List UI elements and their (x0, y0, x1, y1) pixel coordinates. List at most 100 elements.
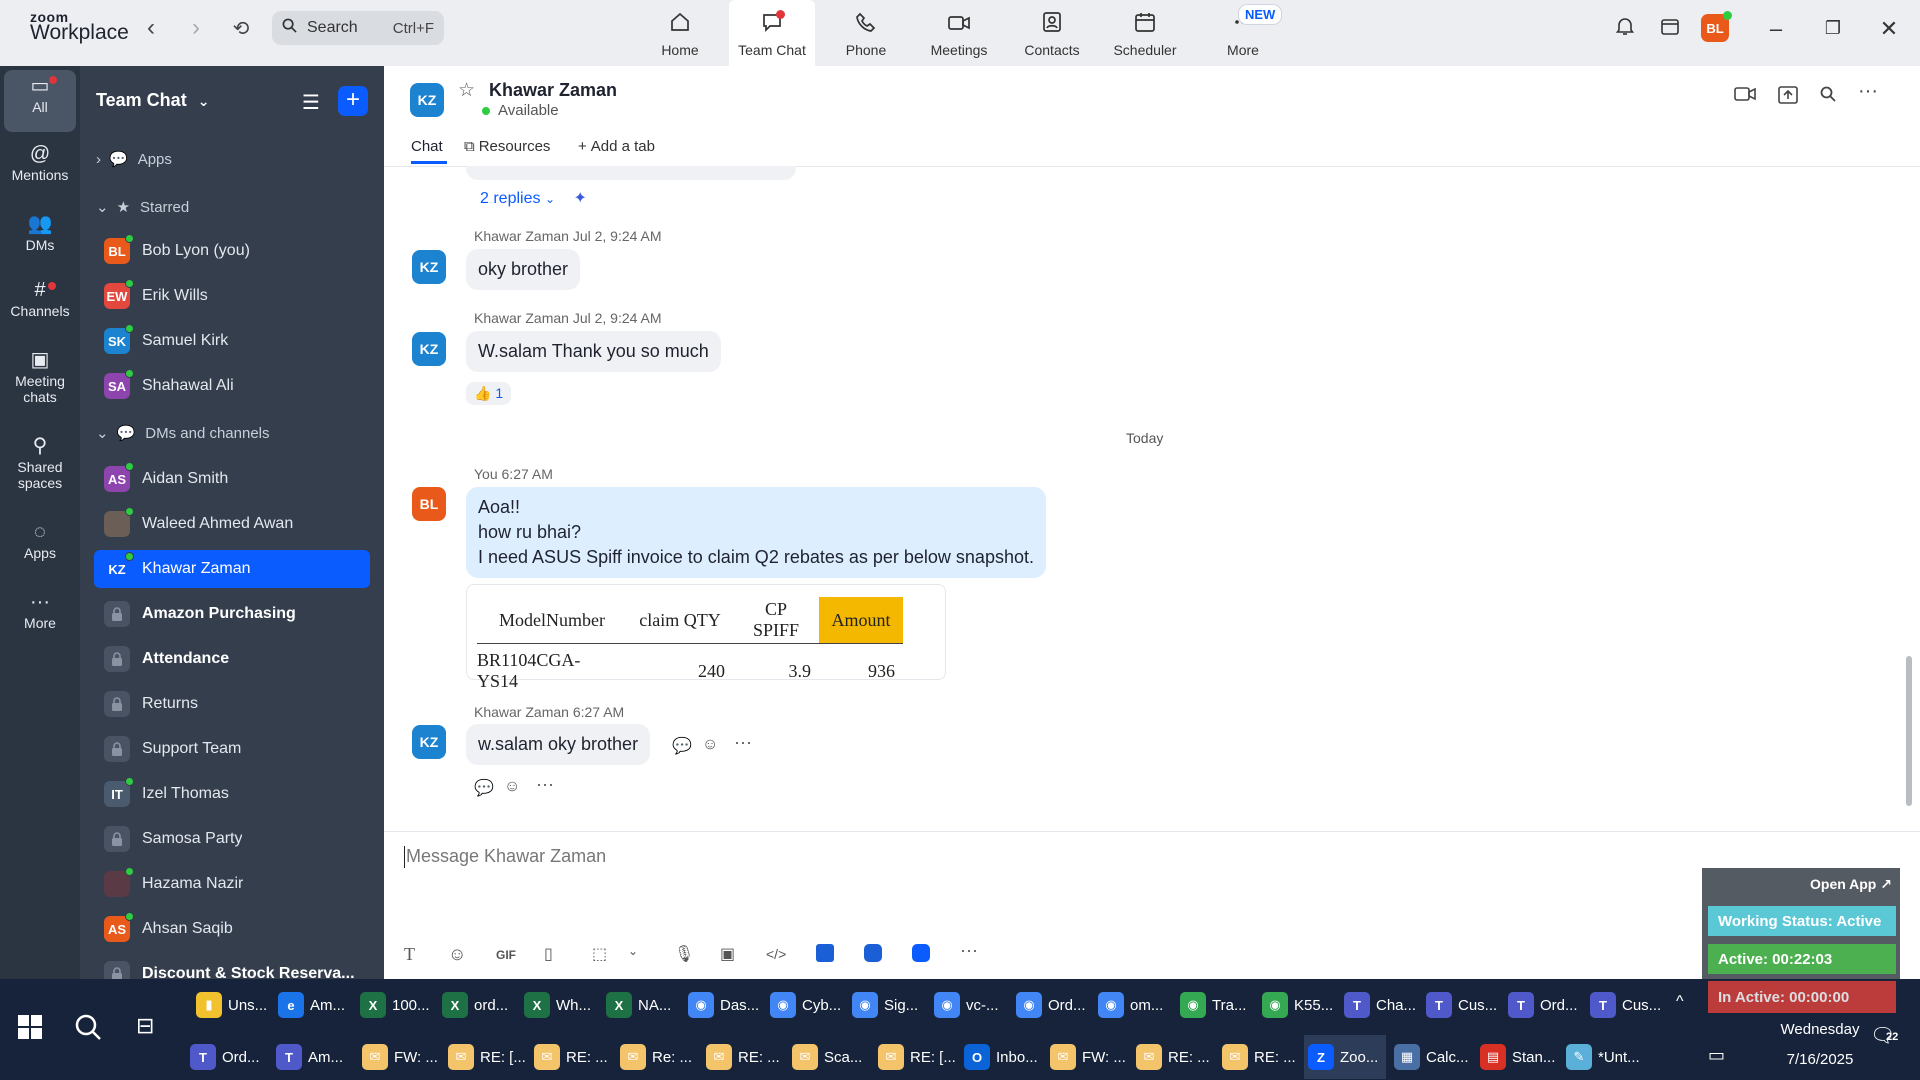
emoji-add-icon[interactable]: ☺ (504, 778, 520, 796)
gif-icon[interactable]: GIF (496, 948, 516, 962)
taskbar-item[interactable]: T Ord... (1504, 983, 1582, 1027)
contact-name[interactable]: Khawar Zaman (489, 80, 617, 101)
taskbar-item[interactable]: X Wh... (520, 983, 598, 1027)
sidebar-item-aidan-smith[interactable]: AS Aidan Smith (94, 460, 370, 498)
taskbar-item[interactable]: Xord... (438, 983, 516, 1027)
taskbar-item[interactable]: T Cus... (1422, 983, 1500, 1027)
app-icon-3[interactable] (912, 944, 930, 962)
filter-icon[interactable]: ☰ (302, 90, 320, 115)
sidebar-item-bob-lyon-you-[interactable]: BL Bob Lyon (you) (94, 232, 370, 270)
display-icon[interactable]: ▭ (1708, 1045, 1725, 1066)
video-message-icon[interactable]: ▣ (720, 944, 735, 964)
history-icon[interactable]: ⟲ (226, 16, 256, 41)
taskbar-item[interactable]: ▦ Calc... (1390, 1035, 1472, 1079)
reaction-thumbs-up[interactable]: 👍 1 (466, 382, 512, 405)
message-composer[interactable]: Message Khawar Zaman T ☺ GIF ▯ ⬚ ⌄ 🎙 ▣ <… (384, 831, 1920, 979)
taskbar-item[interactable]: T Cus... (1586, 983, 1664, 1027)
reply-icon[interactable]: 💬 (672, 736, 692, 756)
close-icon[interactable]: ✕ (1874, 16, 1904, 42)
search-input[interactable]: Search Ctrl+F (272, 11, 444, 45)
taskbar-item[interactable]: ◉ vc-... (930, 983, 1008, 1027)
sidebar-item-erik-wills[interactable]: EW Erik Wills (94, 277, 370, 315)
taskbar-item[interactable]: ✉ RE: ... (1218, 1035, 1300, 1079)
sidebar-item-samuel-kirk[interactable]: SK Samuel Kirk (94, 322, 370, 360)
sidebar-title[interactable]: Team Chat ⌄ (96, 90, 209, 111)
rail-item-all[interactable]: ▭ All (4, 70, 76, 132)
replies-button[interactable]: 2 replies ⌄ ✦ (480, 188, 587, 208)
taskbar-item[interactable]: ✉ RE: ... (530, 1035, 612, 1079)
bell-icon[interactable] (1610, 16, 1640, 42)
back-arrow-icon[interactable]: ‹ (136, 14, 166, 42)
sidebar-item-support-team[interactable]: Support Team (94, 730, 370, 768)
forward-arrow-icon[interactable]: › (181, 14, 211, 42)
taskbar-item[interactable]: ◉ Ord... (1012, 983, 1090, 1027)
rail-item-dms[interactable]: 👥 DMs (4, 214, 76, 253)
taskbar-item[interactable]: ▤ Stan... (1476, 1035, 1558, 1079)
taskbar-item[interactable]: ✉ RE: ... (1132, 1035, 1214, 1079)
search-chat-icon[interactable] (1820, 86, 1836, 107)
more-actions-icon[interactable]: ··· (734, 732, 752, 753)
share-screen-icon[interactable] (1778, 86, 1798, 109)
taskbar-date[interactable]: 7/16/2025 (1760, 1051, 1880, 1068)
rail-item-mentions[interactable]: @ Mentions (4, 144, 76, 183)
sidebar-item-shahawal-ali[interactable]: SA Shahawal Ali (94, 367, 370, 405)
emoji-icon[interactable]: ☺ (448, 944, 466, 965)
taskbar-item[interactable]: T Am... (272, 1035, 354, 1079)
tab-contacts[interactable]: Contacts (1009, 0, 1095, 66)
taskbar-item[interactable]: ◉ Cyb... (766, 983, 844, 1027)
taskbar-item[interactable]: ◉ Sig... (848, 983, 926, 1027)
taskbar-item[interactable]: O Inbo... (960, 1035, 1042, 1079)
taskbar-item[interactable]: ✉ Sca... (788, 1035, 870, 1079)
windows-start-icon[interactable] (18, 1015, 44, 1041)
sidebar-item-ahsan-saqib[interactable]: AS Ahsan Saqib (94, 910, 370, 948)
contact-avatar[interactable]: KZ (410, 83, 444, 117)
video-call-icon[interactable] (1734, 86, 1756, 107)
rail-item-channels[interactable]: # Channels (4, 280, 76, 319)
message-avatar[interactable]: KZ (412, 250, 446, 284)
star-icon[interactable]: ☆ (458, 79, 475, 102)
snapshot-image[interactable]: ModelNumber claim QTY CP SPIFF Amount BR… (466, 584, 946, 691)
taskbar-item[interactable]: e Am... (274, 983, 352, 1027)
calendar-app-icon[interactable] (1655, 16, 1685, 42)
taskbar-item[interactable]: ◉ K55... (1258, 983, 1336, 1027)
screenshot-icon[interactable]: ⬚ (592, 944, 607, 964)
more-actions-icon[interactable]: ··· (536, 774, 554, 795)
reply-icon[interactable]: 💬 (474, 778, 494, 798)
new-chat-button[interactable]: + (338, 86, 368, 116)
app-icon-1[interactable] (816, 944, 834, 962)
sidebar-item-waleed-ahmed-awan[interactable]: Waleed Ahmed Awan (94, 505, 370, 543)
taskbar-item[interactable]: ✉ FW: ... (1046, 1035, 1128, 1079)
taskbar-item[interactable]: ✉ Re: ... (616, 1035, 698, 1079)
tab-add[interactable]: + Add a tab (578, 138, 655, 155)
microphone-icon[interactable]: 🎙 (674, 944, 694, 964)
rail-item-meeting-chats[interactable]: ▣ Meeting chats (4, 350, 76, 405)
open-app-button[interactable]: Open App ↗ (1810, 876, 1892, 893)
taskbar-item[interactable]: ◉ Tra... (1176, 983, 1254, 1027)
tab-home[interactable]: Home (637, 0, 723, 66)
sidebar-item-amazon-purchasing[interactable]: Amazon Purchasing (94, 595, 370, 633)
rail-item-more[interactable]: ··· More (4, 592, 76, 631)
tab-phone[interactable]: Phone (823, 0, 909, 66)
rail-item-apps[interactable]: ◌ Apps (4, 522, 76, 561)
more-options-icon[interactable]: ··· (1858, 80, 1878, 103)
emoji-add-icon[interactable]: ☺ (702, 736, 718, 754)
taskbar-item[interactable]: ✎ *Unt... (1562, 1035, 1644, 1079)
sidebar-item-attendance[interactable]: Attendance (94, 640, 370, 678)
rail-item-shared-spaces[interactable]: ⚲ Shared spaces (4, 436, 76, 491)
taskbar-item[interactable]: T Ord... (186, 1035, 268, 1079)
taskbar-item[interactable]: ✉ RE: ... (702, 1035, 784, 1079)
taskbar-item[interactable]: ◉ Das... (684, 983, 762, 1027)
tab-resources[interactable]: ⧉ Resources (464, 138, 550, 155)
taskbar-item[interactable]: ✉ RE: [... (444, 1035, 526, 1079)
section-dms-channels[interactable]: ⌄ 💬 DMs and channels (96, 424, 270, 443)
sidebar-item-izel-thomas[interactable]: IT Izel Thomas (94, 775, 370, 813)
scrollbar-thumb[interactable] (1906, 656, 1912, 806)
sidebar-item-returns[interactable]: Returns (94, 685, 370, 723)
taskbar-item[interactable]: X 100... (356, 983, 434, 1027)
taskbar-item[interactable]: ◉ om... (1094, 983, 1172, 1027)
taskbar-item[interactable]: Z Zoo... (1304, 1035, 1386, 1079)
file-icon[interactable]: ▯ (544, 944, 553, 964)
code-icon[interactable]: </> (766, 946, 786, 962)
sidebar-item-khawar-zaman[interactable]: KZ Khawar Zaman (94, 550, 370, 588)
task-view-icon[interactable]: ⊟ (136, 1013, 154, 1039)
